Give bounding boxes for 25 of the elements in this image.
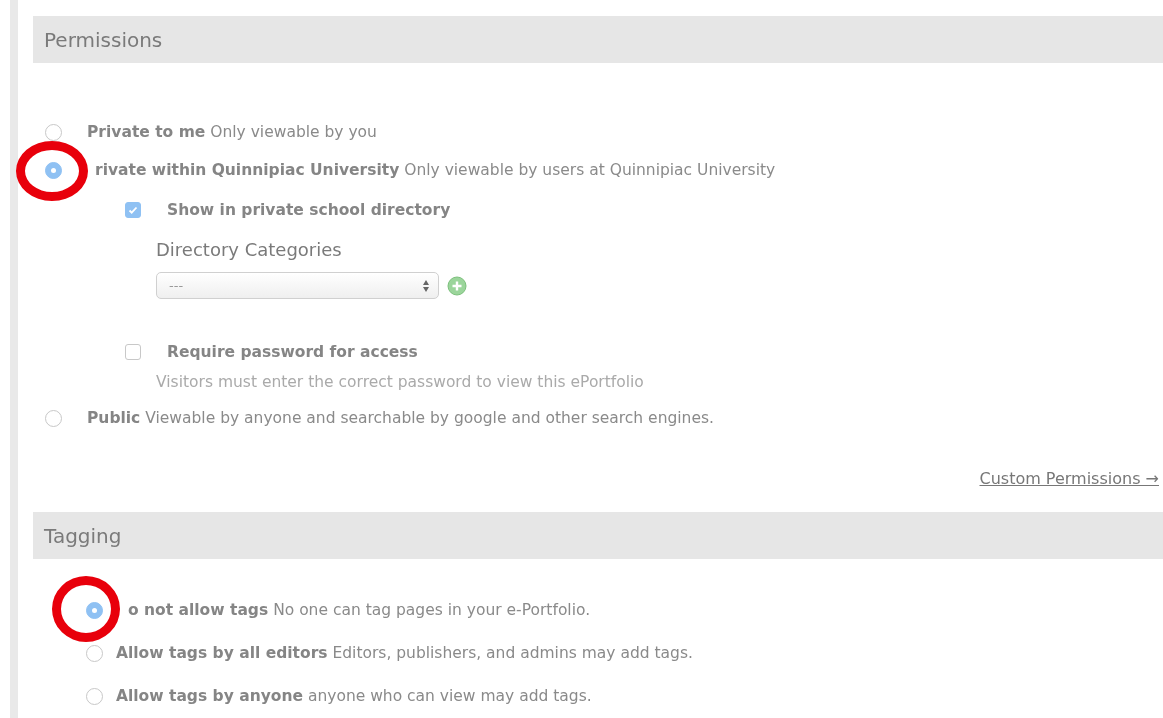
checkbox[interactable] bbox=[125, 344, 141, 360]
section-header: Tagging bbox=[33, 512, 1163, 559]
category-select[interactable]: --- bbox=[156, 272, 439, 299]
option-text: Private to me Only viewable by you bbox=[87, 123, 377, 141]
check-icon bbox=[128, 205, 138, 215]
option-text: o not allow tags No one can tag pages in your e-Portfolio. bbox=[128, 601, 591, 619]
checkbox[interactable] bbox=[125, 202, 141, 218]
field-label: Directory Categories bbox=[155, 239, 343, 260]
add-icon[interactable] bbox=[447, 275, 467, 296]
radio-button[interactable] bbox=[86, 687, 103, 705]
radio-button[interactable] bbox=[45, 123, 62, 141]
option-text: Public Viewable by anyone and searchable by google and other search engines. bbox=[87, 409, 714, 427]
radio-button[interactable] bbox=[86, 601, 103, 619]
radio-button[interactable] bbox=[86, 644, 103, 662]
radio-button[interactable] bbox=[45, 409, 62, 427]
radio-button[interactable] bbox=[45, 161, 62, 179]
updown-arrows-icon bbox=[422, 278, 430, 293]
option-text: rivate within Quinnipiac University Only viewable by users at Quinnipiac University bbox=[95, 161, 776, 179]
checkbox-label: Require password for access bbox=[167, 343, 418, 361]
option-text: Allow tags by anyone anyone who can view may add tags. bbox=[116, 687, 592, 705]
section-header: Permissions bbox=[33, 16, 1163, 63]
option-text: Allow tags by all editors Editors, publishers, and admins may add tags. bbox=[116, 644, 693, 662]
checkbox-label: Show in private school directory bbox=[167, 201, 451, 219]
help-text: Visitors must enter the correct password to view this ePortfolio bbox=[155, 373, 645, 391]
custom-permissions-link[interactable]: Custom Permissions → bbox=[979, 469, 1159, 488]
